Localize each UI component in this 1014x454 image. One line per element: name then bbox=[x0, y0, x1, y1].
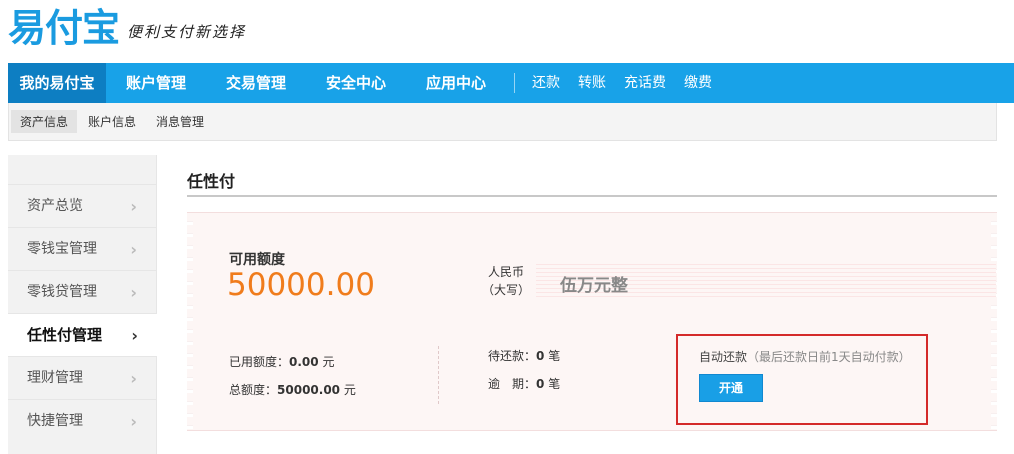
nav-account-management[interactable]: 账户管理 bbox=[106, 63, 206, 103]
sidebar: 资产总览 › 零钱宝管理 › 零钱贷管理 › 任性付管理 › 理财管理 › 快捷… bbox=[8, 155, 157, 454]
nav-my-yifubao[interactable]: 我的易付宝 bbox=[8, 63, 106, 103]
sidebar-item-label: 资产总览 bbox=[27, 198, 83, 214]
subnav-account-info[interactable]: 账户信息 bbox=[79, 110, 145, 133]
sidebar-item-asset-overview[interactable]: 资产总览 › bbox=[8, 184, 156, 227]
rmb-label-line2: （大写） bbox=[482, 283, 531, 297]
sidebar-item-wealth-management[interactable]: 理财管理 › bbox=[8, 356, 156, 399]
page-title: 任性付 bbox=[187, 172, 236, 191]
nav-security-center[interactable]: 安全中心 bbox=[306, 63, 406, 103]
ticket-edge bbox=[991, 213, 997, 430]
nav-link-repay[interactable]: 还款 bbox=[523, 63, 569, 103]
rmb-uppercase-label: 人民币 （大写） bbox=[482, 263, 530, 299]
sidebar-item-lingqianbao[interactable]: 零钱宝管理 › bbox=[8, 227, 156, 270]
rmb-uppercase-band: 伍万元整 bbox=[536, 264, 996, 298]
logo[interactable]: 易付宝 便利支付新选择 bbox=[8, 0, 246, 50]
total-credit: 总额度：50000.00 元 bbox=[229, 381, 356, 398]
main-nav: 我的易付宝 账户管理 交易管理 安全中心 应用中心 还款 转账 充话费 缴费 bbox=[8, 63, 1014, 103]
chevron-right-icon: › bbox=[130, 197, 137, 216]
used-credit-value: 0.00 bbox=[289, 355, 319, 369]
rmb-label-line1: 人民币 bbox=[488, 265, 525, 279]
pending-repayments: 待还款：0 笔 bbox=[488, 347, 560, 364]
nav-divider bbox=[514, 73, 515, 93]
available-credit-label: 可用额度 bbox=[229, 252, 285, 268]
subnav-message-management[interactable]: 消息管理 bbox=[147, 110, 213, 133]
chevron-right-icon: › bbox=[130, 412, 137, 431]
chevron-right-icon: › bbox=[130, 369, 137, 388]
used-credit: 已用额度：0.00 元 bbox=[229, 353, 334, 370]
sidebar-item-label: 快捷管理 bbox=[27, 413, 83, 429]
ticket-edge bbox=[187, 213, 193, 430]
nav-link-bill-payment[interactable]: 缴费 bbox=[675, 63, 721, 103]
total-credit-label: 总额度： bbox=[229, 383, 278, 397]
overdue-label: 逾 期： bbox=[488, 377, 537, 391]
total-credit-unit: 元 bbox=[343, 383, 356, 397]
used-credit-unit: 元 bbox=[322, 355, 335, 369]
available-credit-amount: 50000.00 bbox=[227, 267, 375, 303]
chevron-right-icon: › bbox=[131, 326, 138, 345]
title-divider bbox=[187, 195, 997, 197]
rmb-uppercase-value: 伍万元整 bbox=[560, 276, 628, 296]
sidebar-item-renxingfu[interactable]: 任性付管理 › bbox=[8, 313, 157, 356]
sub-nav: 资产信息 账户信息 消息管理 bbox=[8, 103, 997, 141]
nav-link-phone-recharge[interactable]: 充话费 bbox=[615, 63, 675, 103]
logo-slogan: 便利支付新选择 bbox=[127, 23, 247, 41]
sidebar-item-label: 零钱贷管理 bbox=[27, 284, 97, 300]
auto-repay-hint: （最后还款日前1天自动付款） bbox=[747, 350, 911, 364]
overdue: 逾 期：0 笔 bbox=[488, 375, 560, 392]
sidebar-item-lingqiandai[interactable]: 零钱贷管理 › bbox=[8, 270, 156, 313]
sidebar-item-label: 理财管理 bbox=[27, 370, 83, 386]
overdue-unit: 笔 bbox=[548, 377, 561, 391]
auto-repay-highlight: 自动还款（最后还款日前1天自动付款） 开通 bbox=[676, 334, 928, 425]
pending-repayments-unit: 笔 bbox=[548, 349, 561, 363]
nav-application-center[interactable]: 应用中心 bbox=[406, 63, 506, 103]
logo-text: 易付宝 bbox=[8, 6, 120, 50]
enable-auto-repay-button[interactable]: 开通 bbox=[699, 374, 763, 402]
sidebar-item-label: 任性付管理 bbox=[27, 326, 103, 344]
overdue-value: 0 bbox=[536, 377, 545, 391]
chevron-right-icon: › bbox=[130, 283, 137, 302]
pending-repayments-label: 待还款： bbox=[488, 349, 537, 363]
auto-repay-title: 自动还款 bbox=[699, 350, 748, 364]
credit-card-panel: 可用额度 50000.00 人民币 （大写） 伍万元整 已用额度：0.00 元 … bbox=[187, 212, 997, 431]
chevron-right-icon: › bbox=[130, 240, 137, 259]
sidebar-item-quick-pay[interactable]: 快捷管理 › bbox=[8, 399, 156, 442]
nav-link-transfer[interactable]: 转账 bbox=[569, 63, 615, 103]
subnav-asset-info[interactable]: 资产信息 bbox=[11, 110, 78, 133]
pending-repayments-value: 0 bbox=[536, 349, 545, 363]
nav-transaction-management[interactable]: 交易管理 bbox=[206, 63, 306, 103]
used-credit-label: 已用额度： bbox=[229, 355, 290, 369]
column-divider bbox=[438, 346, 439, 404]
auto-repay-label: 自动还款（最后还款日前1天自动付款） bbox=[699, 348, 911, 365]
sidebar-item-label: 零钱宝管理 bbox=[27, 241, 97, 257]
total-credit-value: 50000.00 bbox=[277, 383, 341, 397]
